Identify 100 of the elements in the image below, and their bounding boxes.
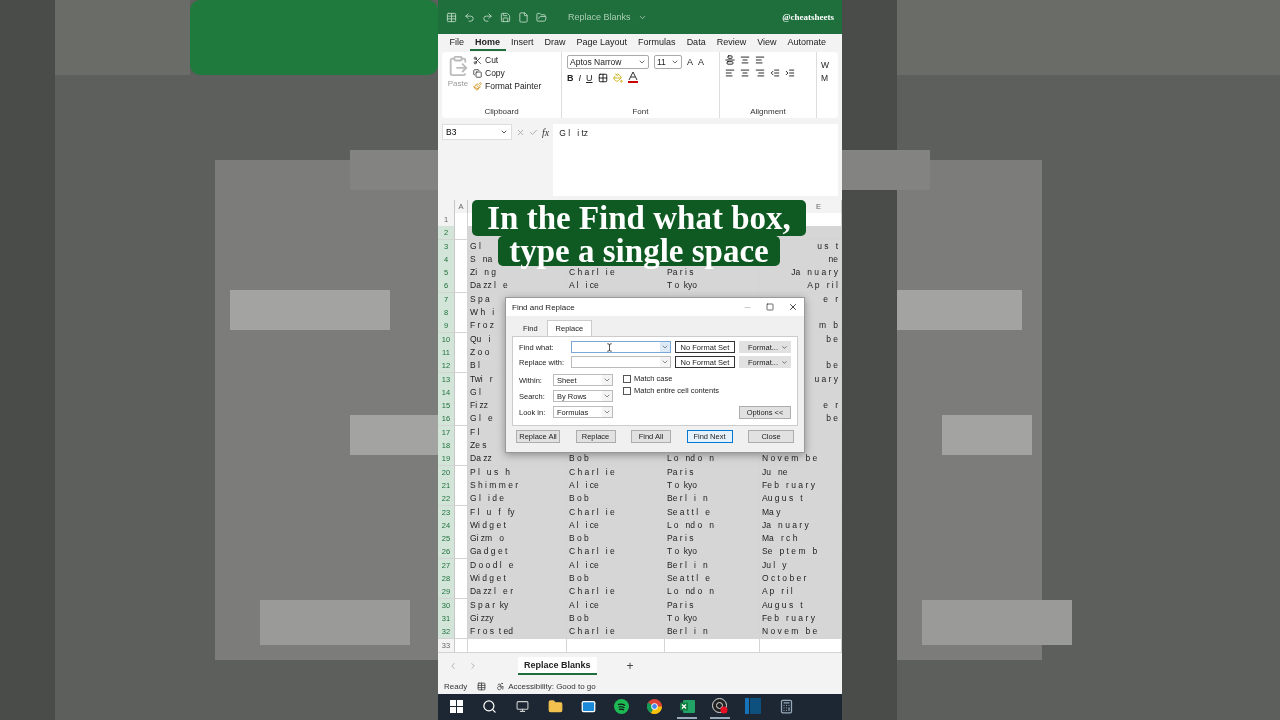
status-text: Accessibility: Good to go: [508, 681, 596, 691]
name-box[interactable]: B3: [442, 124, 512, 140]
table-cell: N o v e m b e: [760, 452, 842, 467]
chevron-icon: [500, 128, 508, 136]
accessibility-icon: [496, 681, 506, 691]
font-name-select[interactable]: Aptos Narrow: [567, 55, 649, 69]
shrink-font-button[interactable]: A: [698, 57, 705, 67]
font-size-select[interactable]: 11: [654, 55, 682, 69]
ribbon-tab[interactable]: Automate: [782, 35, 832, 51]
table-cell: Ma r c h: [760, 532, 842, 547]
indent-decrease-icon[interactable]: [770, 68, 780, 78]
group-label: Alignment: [750, 107, 786, 116]
table-cell: B o b: [567, 572, 665, 586]
task-view-icon[interactable]: [515, 699, 529, 713]
ribbon-tab[interactable]: Formulas: [632, 35, 682, 51]
ribbon-tab[interactable]: Review: [711, 35, 752, 51]
recorder-icon[interactable]: [712, 698, 728, 714]
ribbon-tab[interactable]: Insert: [505, 35, 540, 51]
align-right-icon[interactable]: [755, 68, 765, 78]
table-cell: [455, 226, 468, 241]
table-cell: [455, 279, 468, 294]
sheet-tab[interactable]: Replace Blanks: [518, 657, 597, 675]
macro-icon: [477, 681, 487, 691]
table-cell: C h a r l i e: [567, 585, 665, 600]
table-cell: [455, 585, 468, 600]
ribbon-tab[interactable]: View: [751, 35, 782, 51]
panel-icon[interactable]: [745, 698, 761, 714]
formula-field[interactable]: G l i tz: [553, 124, 838, 196]
spreadsheet-icon: [446, 11, 457, 23]
maximize-icon[interactable]: [766, 303, 774, 311]
table-cell: F r o s t ed: [468, 625, 567, 640]
table-cell: Au g u s t: [760, 492, 842, 507]
mail-icon[interactable]: [580, 698, 596, 714]
wrap-text-button[interactable]: W: [821, 60, 830, 70]
table-cell: N o v e m b e: [760, 625, 842, 640]
table-cell: [455, 625, 468, 640]
table-cell: A l i ce: [567, 279, 665, 294]
chevron-icon: [638, 58, 646, 66]
align-left-icon[interactable]: [725, 68, 735, 78]
input-field[interactable]: [571, 341, 671, 353]
table-cell: Gi zm o: [468, 532, 567, 547]
align-bottom-icon[interactable]: [755, 55, 765, 65]
table-cell: [455, 412, 468, 427]
table-cell: A p r i l: [760, 585, 842, 600]
save-icon[interactable]: [500, 11, 511, 23]
copy-button[interactable]: Copy: [473, 68, 542, 78]
redo-icon[interactable]: [482, 11, 493, 23]
table-cell: Da zz: [468, 452, 567, 467]
search-icon[interactable]: [481, 698, 497, 714]
fill-color-icon[interactable]: [612, 72, 623, 83]
windows-icon[interactable]: [449, 699, 463, 713]
font-color-icon[interactable]: [627, 72, 638, 83]
table-cell: Be r l i n: [665, 625, 760, 640]
ribbon-tab[interactable]: Data: [681, 35, 712, 51]
spreadsheet-icon[interactable]: [679, 698, 695, 714]
table-cell: Da zz l e: [468, 279, 567, 294]
add-sheet-button[interactable]: +: [626, 659, 634, 673]
borders-icon[interactable]: [597, 72, 608, 83]
table-cell: Ja n u a r y: [760, 266, 842, 281]
chevron-icon: [671, 58, 679, 66]
table-cell: Se a t t l e: [665, 572, 760, 586]
music-app-icon[interactable]: [613, 698, 629, 714]
undo-icon[interactable]: [464, 11, 475, 23]
cut-button[interactable]: Cut: [473, 55, 542, 65]
table-cell: C h a r l i e: [567, 625, 665, 640]
folder-icon[interactable]: [547, 698, 563, 714]
new-file-icon[interactable]: [518, 11, 529, 23]
table-cell: T o kyo: [665, 279, 760, 294]
grow-font-button[interactable]: A: [687, 57, 693, 67]
browser-icon[interactable]: [646, 698, 662, 714]
paintbrush-icon: [473, 81, 482, 91]
table-cell: B o b: [567, 492, 665, 507]
ribbon-tab[interactable]: Page Layout: [571, 35, 633, 51]
close-icon[interactable]: [788, 302, 798, 312]
group-label: Clipboard: [484, 107, 519, 116]
enter-icon: [529, 127, 538, 137]
clipboard-icon: [447, 55, 469, 77]
ribbon-tab[interactable]: File: [444, 35, 470, 51]
table-cell: [455, 452, 468, 467]
align-center-icon[interactable]: [740, 68, 750, 78]
insert-function-button[interactable]: fx: [542, 126, 550, 138]
cancel-icon: [516, 127, 525, 137]
table-cell: C h a r l i e: [567, 545, 665, 560]
table-cell: Be r l i n: [665, 492, 760, 507]
ribbon-tab[interactable]: Draw: [539, 35, 572, 51]
align-middle-icon[interactable]: [740, 55, 750, 65]
input-field[interactable]: [571, 356, 671, 368]
table-cell: [455, 319, 468, 334]
indent-increase-icon[interactable]: [785, 68, 795, 78]
calculator-icon[interactable]: [778, 698, 794, 714]
underline-button[interactable]: U: [586, 72, 593, 83]
table-cell: Ga d g e t: [468, 545, 567, 560]
bold-button[interactable]: B: [567, 72, 574, 83]
merge-button[interactable]: M: [821, 73, 830, 83]
italic-button[interactable]: I: [578, 72, 581, 83]
format-painter-button[interactable]: Format Painter: [473, 81, 542, 91]
file-name[interactable]: Replace Blanks: [568, 12, 631, 22]
table-cell: Pa r i s: [665, 266, 760, 281]
table-cell: [455, 213, 468, 227]
table-cell: G l i d e: [468, 492, 567, 507]
